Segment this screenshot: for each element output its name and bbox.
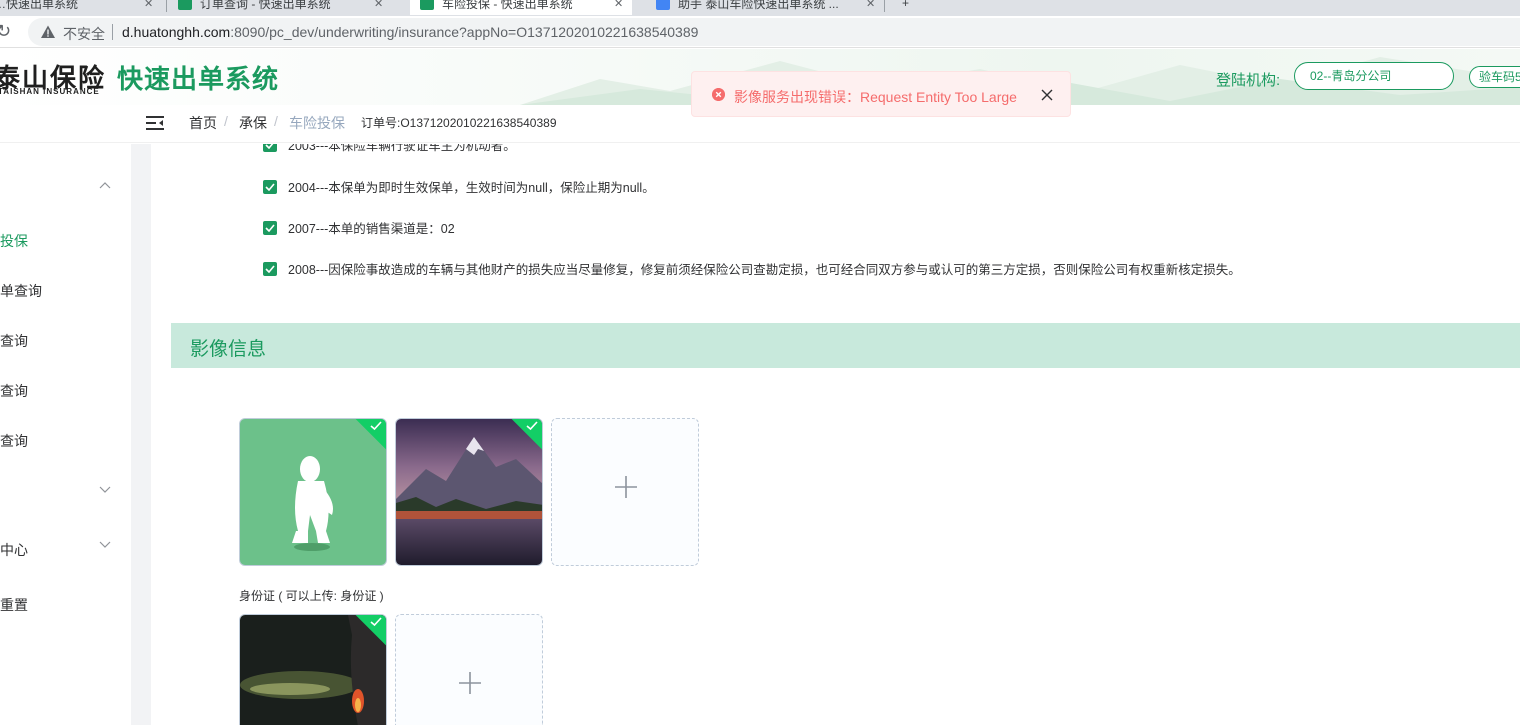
checkbox-checked[interactable]	[263, 179, 277, 194]
error-message-text: 影像服务出现错误：Request Entity Too Large	[734, 89, 1017, 105]
sidebar: 投保 单查询 查询 查询 查询 中心 重置	[0, 144, 131, 725]
uploaded-image-thumbnail[interactable]	[395, 418, 543, 566]
tab-separator	[166, 0, 167, 12]
check-icon	[265, 264, 275, 273]
check-icon	[265, 223, 275, 232]
check-icon	[370, 421, 382, 431]
url-host: d.huatonghh.com	[122, 24, 231, 40]
error-circle-icon	[712, 88, 725, 101]
check-icon	[265, 144, 273, 149]
url-path: :8090/pc_dev/underwriting/insurance?appN…	[230, 24, 699, 40]
tab-label: 助手 泰山车险快速出单系统 ...	[678, 0, 839, 11]
tab-close-icon[interactable]: ✕	[144, 0, 153, 10]
tab-separator	[884, 0, 885, 12]
checkbox-checked[interactable]	[263, 144, 277, 152]
tab-label: 车险投保 - 快速出单系统	[442, 0, 573, 11]
url-text: d.huatonghh.com:8090/pc_dev/underwriting…	[122, 24, 698, 40]
tab-close-icon[interactable]: ✕	[614, 0, 623, 10]
browser-tab[interactable]: …快速出单系统 ✕	[0, 0, 162, 15]
rule-text: 2007---本单的销售渠道是：02	[288, 222, 455, 236]
rule-text: 2008---因保险事故造成的车辆与其他财产的损失应当尽量修复，修复前须经保险公…	[288, 263, 1241, 277]
browser-tab-active[interactable]: 车险投保 - 快速出单系统 ✕	[410, 0, 632, 15]
rule-item-partial: 2003---本保险车辆行驶证车主为机动者。	[263, 144, 863, 152]
chevron-down-icon[interactable]	[99, 486, 111, 494]
vin-code-button[interactable]: 验车码5	[1469, 66, 1520, 88]
section-title: 影像信息	[190, 339, 267, 360]
menu-fold-icon[interactable]	[146, 115, 164, 131]
company-logo-subtext: TAISHAN INSURANCE	[0, 87, 100, 96]
browser-tab[interactable]: 助手 泰山车险快速出单系统 ... ✕	[656, 0, 882, 15]
figure-illustration	[292, 456, 333, 551]
order-number: 订单号:O1371202010221638540389	[361, 116, 557, 130]
checkbox-checked[interactable]	[263, 261, 277, 276]
reload-icon[interactable]: ↻	[0, 21, 11, 42]
uploaded-image-thumbnail[interactable]	[239, 418, 387, 566]
id-card-upload-label: 身份证 ( 可以上传: 身份证 )	[239, 589, 384, 603]
system-title: 快速出单系统	[117, 65, 280, 95]
check-icon	[526, 421, 538, 431]
check-icon	[370, 617, 382, 627]
uploaded-image-thumbnail[interactable]	[239, 614, 387, 725]
breadcrumb-home[interactable]: 首页	[189, 113, 217, 133]
close-icon[interactable]	[1039, 87, 1055, 103]
check-icon	[265, 182, 275, 191]
browser-tab[interactable]: 订单查询 - 快速出单系统 ✕	[178, 0, 383, 15]
tab-close-icon[interactable]: ✕	[374, 0, 383, 10]
url-omnibox[interactable]: 不安全 d.huatonghh.com:8090/pc_dev/underwri…	[28, 18, 1520, 46]
sidebar-item-center[interactable]: 中心	[0, 540, 28, 560]
sidebar-item-query[interactable]: 查询	[0, 381, 28, 401]
org-label: 登陆机构:	[1216, 72, 1281, 89]
sidebar-item-query[interactable]: 查询	[0, 331, 28, 351]
tab-label: 订单查询 - 快速出单系统	[200, 0, 331, 11]
security-label: 不安全	[63, 26, 105, 42]
chevron-up-icon[interactable]	[99, 181, 111, 189]
breadcrumb-underwriting[interactable]: 承保	[239, 113, 267, 133]
rule-text: 2003---本保险车辆行驶证车主为机动者。	[288, 144, 516, 152]
tab-close-icon[interactable]: ✕	[866, 0, 875, 10]
sidebar-item-reset[interactable]: 重置	[0, 595, 28, 615]
rule-item: 2008---因保险事故造成的车辆与其他财产的损失应当尽量修复，修复前须经保险公…	[263, 259, 1241, 278]
new-tab-icon[interactable]: +	[902, 0, 909, 15]
omnibox-divider	[112, 24, 113, 40]
plus-icon	[459, 672, 481, 694]
doc-favicon-icon	[656, 0, 670, 10]
sidebar-item-order-query[interactable]: 单查询	[0, 281, 42, 301]
image-upload-button[interactable]	[395, 614, 543, 725]
sidebar-item-query[interactable]: 查询	[0, 431, 28, 451]
app-favicon-icon	[178, 0, 192, 10]
sidebar-gutter	[131, 144, 151, 725]
rule-item: 2007---本单的销售渠道是：02	[263, 218, 455, 237]
dark-photo	[240, 615, 386, 725]
breadcrumb-separator: /	[224, 113, 228, 129]
org-select[interactable]: 02--青岛分公司	[1294, 62, 1454, 90]
breadcrumb-current: 车险投保	[289, 115, 345, 131]
image-info-section-header: 影像信息	[171, 323, 1520, 368]
checkbox-checked[interactable]	[263, 220, 277, 235]
mountain-photo	[396, 419, 542, 565]
sidebar-item-insure[interactable]: 投保	[0, 231, 28, 251]
breadcrumb-separator: /	[274, 113, 278, 129]
rule-item: 2004---本保单为即时生效保单，生效时间为null，保险止期为null。	[263, 177, 655, 196]
browser-address-bar: ↻ 不安全 d.huatonghh.com:8090/pc_dev/underw…	[0, 16, 1520, 48]
image-upload-button[interactable]	[551, 418, 699, 566]
error-message-toast: 影像服务出现错误：Request Entity Too Large	[691, 71, 1071, 117]
rule-text: 2004---本保单为即时生效保单，生效时间为null，保险止期为null。	[288, 181, 655, 195]
plus-icon	[615, 476, 637, 498]
browser-tabstrip: …快速出单系统 ✕ 订单查询 - 快速出单系统 ✕ 车险投保 - 快速出单系统 …	[0, 0, 1520, 16]
tab-label: …快速出单系统	[0, 0, 79, 11]
chevron-down-icon[interactable]	[99, 541, 111, 549]
app-favicon-icon	[420, 0, 434, 10]
warning-triangle-icon[interactable]	[40, 24, 56, 40]
